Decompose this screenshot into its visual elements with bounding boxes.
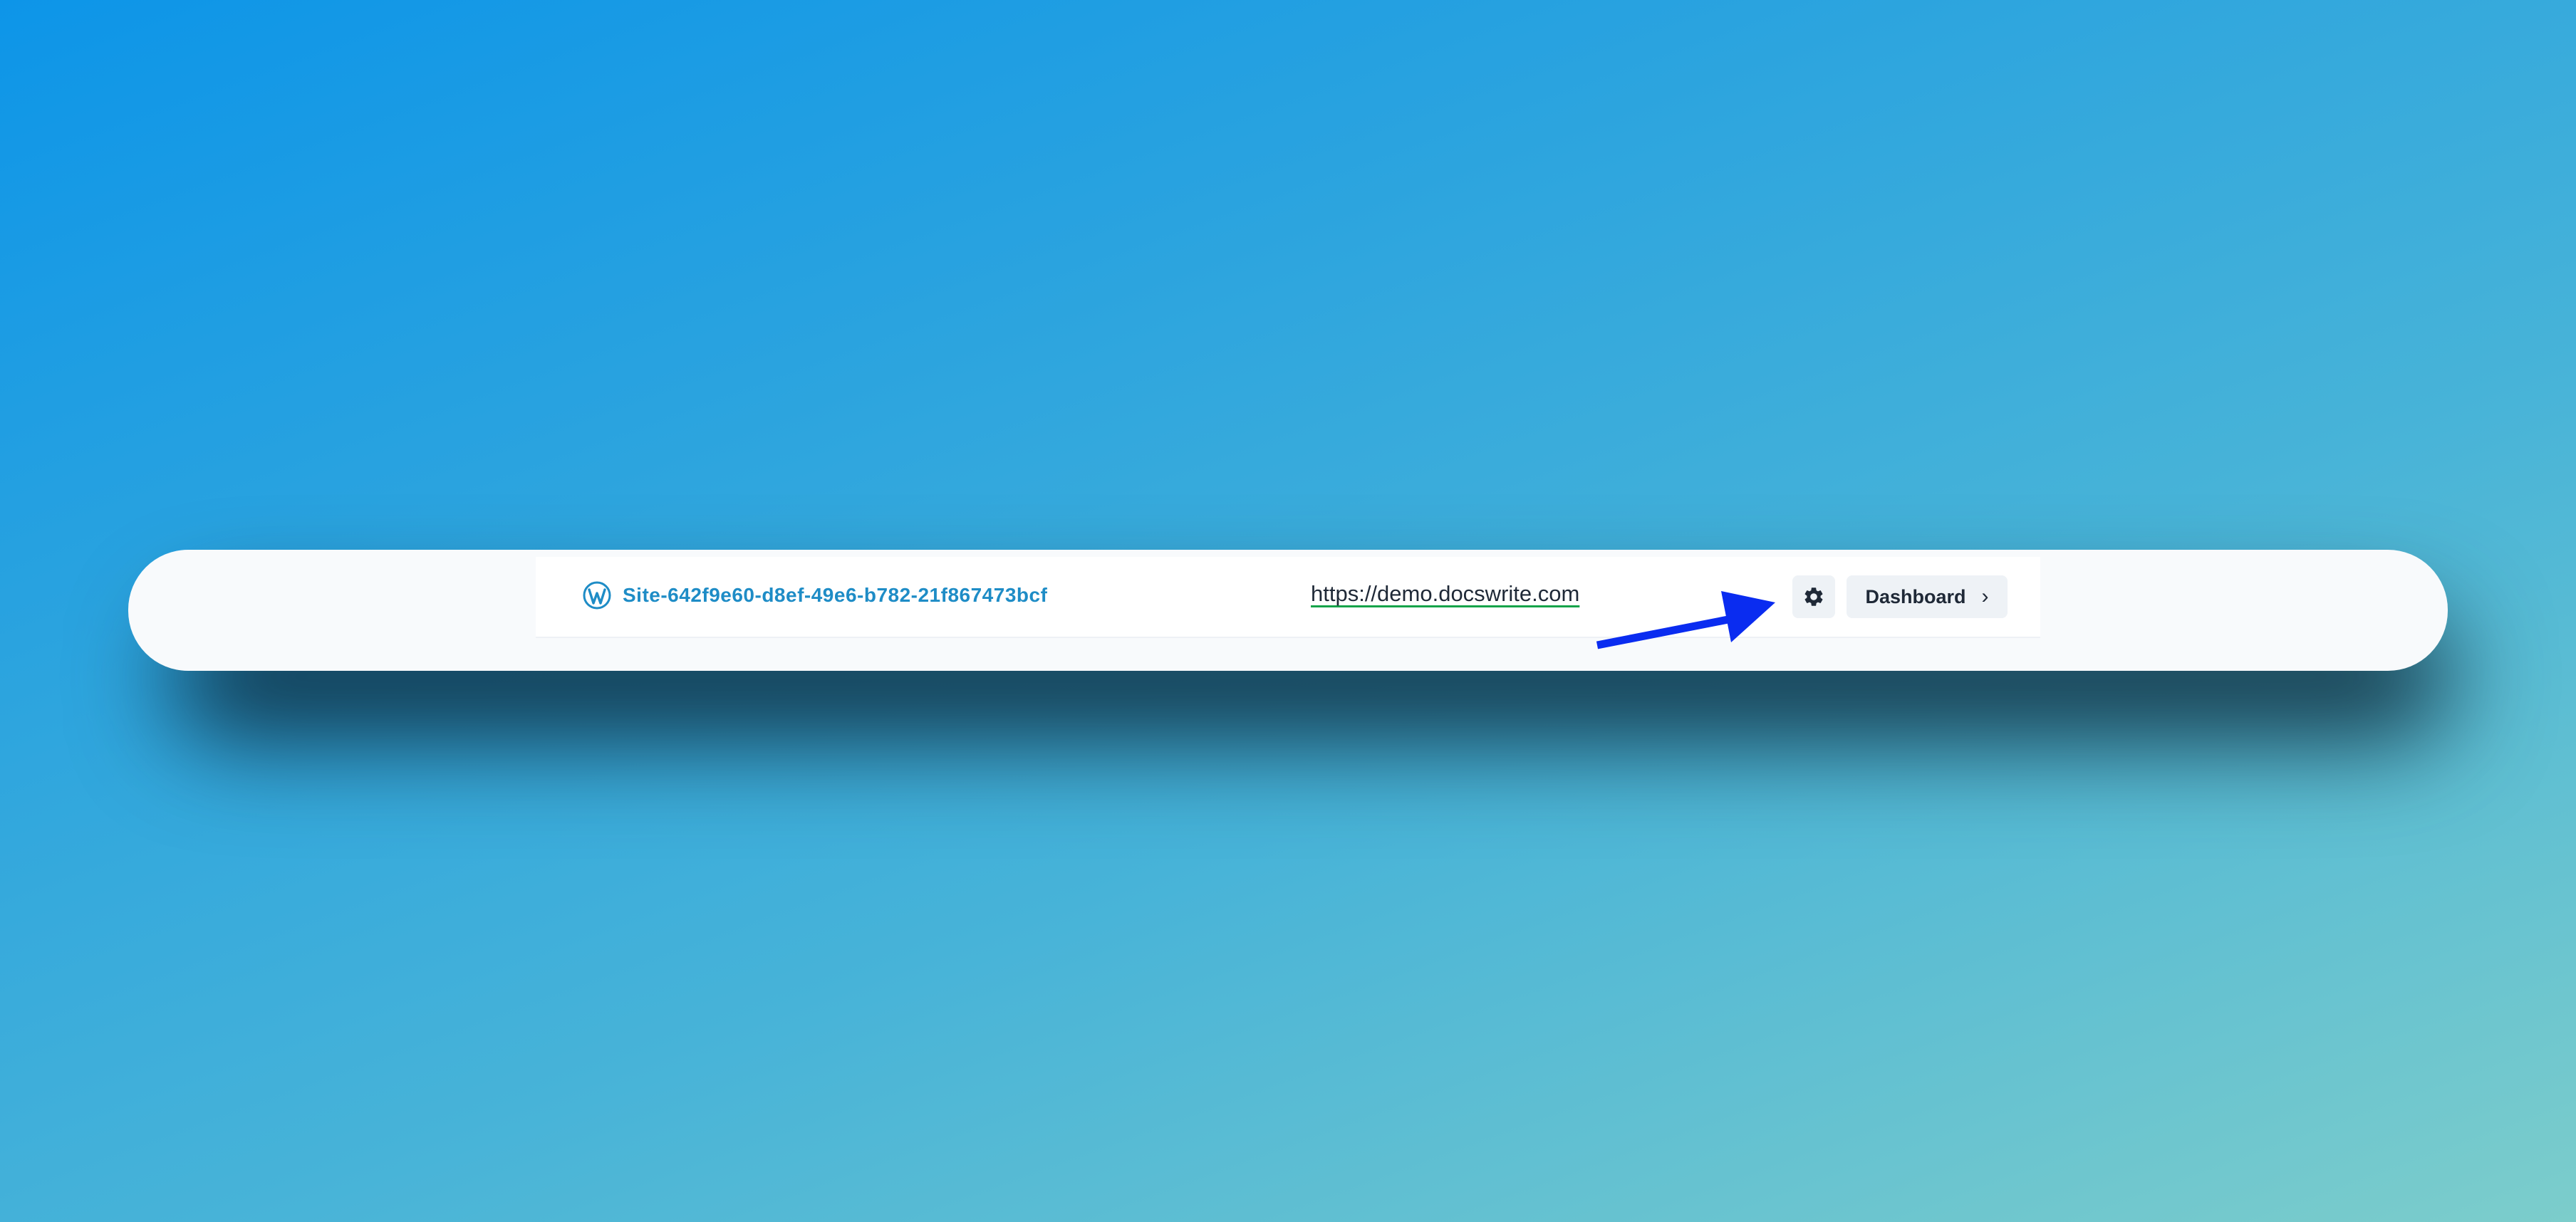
site-url-link[interactable]: https://demo.docswrite.com bbox=[1311, 581, 1579, 607]
dashboard-button[interactable]: Dashboard › bbox=[1847, 575, 2008, 618]
settings-button[interactable] bbox=[1792, 575, 1835, 618]
chevron-right-icon: › bbox=[1981, 585, 1989, 608]
site-name-link[interactable]: Site-642f9e60-d8ef-49e6-b782-21f867473bc… bbox=[583, 581, 1047, 610]
site-name: Site-642f9e60-d8ef-49e6-b782-21f867473bc… bbox=[623, 584, 1048, 606]
gear-icon bbox=[1804, 588, 1823, 606]
dashboard-label: Dashboard bbox=[1865, 585, 1966, 607]
wordpress-icon bbox=[583, 581, 611, 610]
